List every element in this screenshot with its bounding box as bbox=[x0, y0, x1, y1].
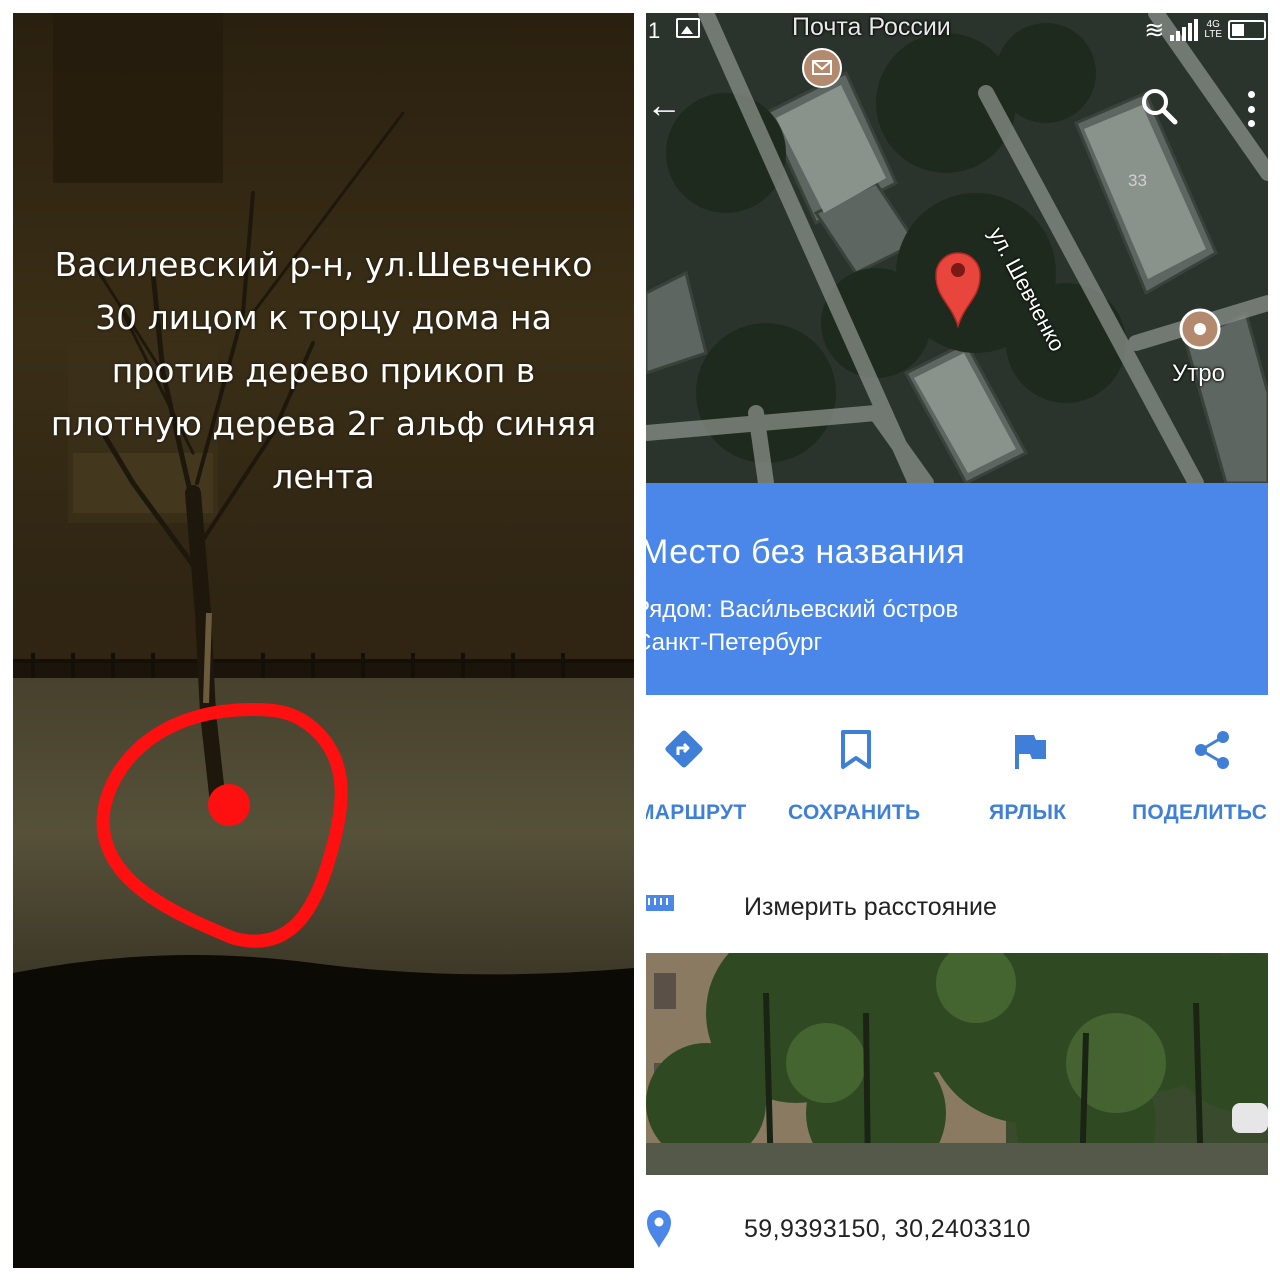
status-time: 1 bbox=[648, 18, 661, 43]
street-view-thumbnail[interactable] bbox=[646, 953, 1268, 1175]
action-bar: МАРШРУТ СОХРАНИТЬ ЯРЛЫК ПОДЕЛИТЬСЯ bbox=[646, 713, 1268, 843]
place-title: Место без названия bbox=[646, 533, 966, 571]
gallery-notification-icon bbox=[676, 18, 700, 38]
location-caption: Василевский р-н, ул.Шевченко 30 лицом к … bbox=[13, 238, 634, 503]
caption-line: Василевский р-н, ул.Шевченко bbox=[54, 245, 593, 284]
save-label: СОХРАНИТЬ bbox=[788, 801, 921, 824]
location-pin-icon bbox=[647, 1210, 671, 1248]
coordinates-label: 59,9393150, 30,2403310 bbox=[744, 1215, 1031, 1243]
place-city: Санкт-Петербург bbox=[646, 629, 823, 656]
poi-label-utro[interactable]: Утро bbox=[1172, 360, 1225, 388]
satellite-imagery bbox=[646, 13, 1268, 483]
caption-line: 30 лицом к торцу дома на bbox=[95, 298, 552, 337]
caption-line: против дерево прикоп в bbox=[111, 351, 536, 390]
caption-line: лента bbox=[272, 457, 375, 496]
network-type: 4G LTE bbox=[1204, 20, 1222, 40]
directions-icon bbox=[665, 730, 703, 768]
more-options-icon[interactable] bbox=[1246, 91, 1256, 127]
poi-label-post[interactable]: Почта России bbox=[792, 13, 951, 42]
directions-label: МАРШРУТ bbox=[646, 801, 747, 824]
house-number-label: 33 bbox=[1128, 171, 1147, 190]
back-arrow-icon[interactable]: ← bbox=[646, 87, 682, 123]
ruler-icon bbox=[646, 895, 674, 911]
caption-line: плотную дерева 2г альф синяя bbox=[50, 404, 597, 443]
coordinates-row[interactable]: 59,9393150, 30,2403310 bbox=[646, 1203, 1268, 1253]
place-details: Рядом: Васи́льевский о́стров Санкт-Петер… bbox=[646, 593, 958, 659]
measure-distance-label: Измерить расстояние bbox=[744, 893, 997, 921]
status-bar: 1 ≋ 4G LTE bbox=[646, 13, 1268, 47]
night-photo-panel: Василевский р-н, ул.Шевченко 30 лицом к … bbox=[13, 13, 634, 1268]
signal-icon bbox=[1170, 19, 1199, 41]
place-header[interactable]: Место без названия Рядом: Васи́льевский … bbox=[646, 483, 1268, 695]
maps-screen: 1 ≋ 4G LTE Почта России ул. Шевченко 33 У… bbox=[646, 13, 1268, 1268]
battery-icon bbox=[1228, 20, 1266, 40]
bookmark-icon bbox=[841, 730, 871, 769]
label-label: ЯРЛЫК bbox=[989, 801, 1067, 824]
satellite-map[interactable]: 1 ≋ 4G LTE Почта России ул. Шевченко 33 У… bbox=[646, 13, 1268, 483]
status-indicators: ≋ 4G LTE bbox=[1144, 16, 1268, 44]
wifi-icon: ≋ bbox=[1144, 16, 1165, 44]
night-photo bbox=[13, 13, 634, 1268]
flag-icon bbox=[1015, 735, 1046, 769]
share-icon bbox=[1195, 731, 1229, 769]
place-nearby: Рядом: Васи́льевский о́стров bbox=[646, 596, 959, 623]
red-dot-marker bbox=[208, 784, 250, 826]
search-icon[interactable] bbox=[1140, 87, 1180, 127]
street-view-image bbox=[646, 953, 1268, 1175]
lte-label: LTE bbox=[1204, 29, 1222, 40]
measure-distance-row[interactable]: Измерить расстояние bbox=[646, 881, 1268, 937]
share-label: ПОДЕЛИТЬСЯ bbox=[1132, 801, 1268, 824]
